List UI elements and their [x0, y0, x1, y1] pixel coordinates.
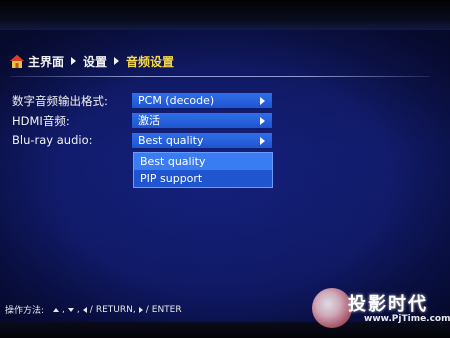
dropdown-option-best-quality[interactable]: Best quality — [134, 153, 272, 170]
footer-label: 操作方法: — [5, 306, 45, 316]
hdmi-audio-select[interactable]: 激活 — [132, 113, 272, 128]
watermark-logo-icon — [312, 288, 352, 328]
dropdown-option-pip-support[interactable]: PIP support — [134, 170, 272, 187]
arrow-up-icon — [53, 307, 60, 312]
footer-enter-text: ENTER — [151, 304, 182, 315]
digital-audio-output-select[interactable]: PCM (decode) — [132, 93, 272, 108]
tv-bezel-top — [0, 0, 450, 30]
hdmi-audio-value: 激活 — [138, 114, 160, 127]
footer-return-text: RETURN, — [95, 304, 136, 315]
watermark-brand: 投影时代 — [348, 294, 428, 315]
breadcrumb-main-menu[interactable]: 主界面 — [28, 53, 64, 70]
bluray-audio-dropdown: Best quality PIP support — [133, 152, 273, 188]
watermark-url: www.PjTime.com — [364, 314, 450, 324]
bluray-audio-value: Best quality — [138, 134, 204, 147]
arrow-left-icon — [82, 306, 87, 313]
digital-audio-output-label: 数字音频输出格式: — [12, 94, 108, 108]
header-divider — [10, 76, 430, 77]
chevron-right-icon — [260, 137, 265, 145]
digital-audio-output-value: PCM (decode) — [138, 94, 215, 107]
breadcrumb-separator-icon — [71, 57, 77, 65]
chevron-right-icon — [260, 97, 265, 105]
bluray-audio-label: Blu-ray audio: — [12, 133, 93, 147]
home-icon[interactable] — [10, 54, 24, 68]
arrow-down-icon — [67, 307, 74, 312]
breadcrumb-settings[interactable]: 设置 — [83, 53, 107, 70]
breadcrumb: 主界面 设置 音频设置 — [10, 52, 174, 70]
breadcrumb-separator-icon — [114, 57, 120, 65]
arrow-right-icon — [138, 306, 143, 313]
hdmi-audio-label: HDMI音频: — [12, 114, 70, 128]
pjtime-watermark: 投影时代 www.PjTime.com — [312, 288, 450, 332]
bluray-audio-select[interactable]: Best quality — [132, 133, 272, 148]
footer-hint: 操作方法: , , / RETURN, / ENTER — [5, 304, 182, 317]
breadcrumb-audio-settings: 音频设置 — [126, 54, 175, 69]
chevron-right-icon — [260, 117, 265, 125]
